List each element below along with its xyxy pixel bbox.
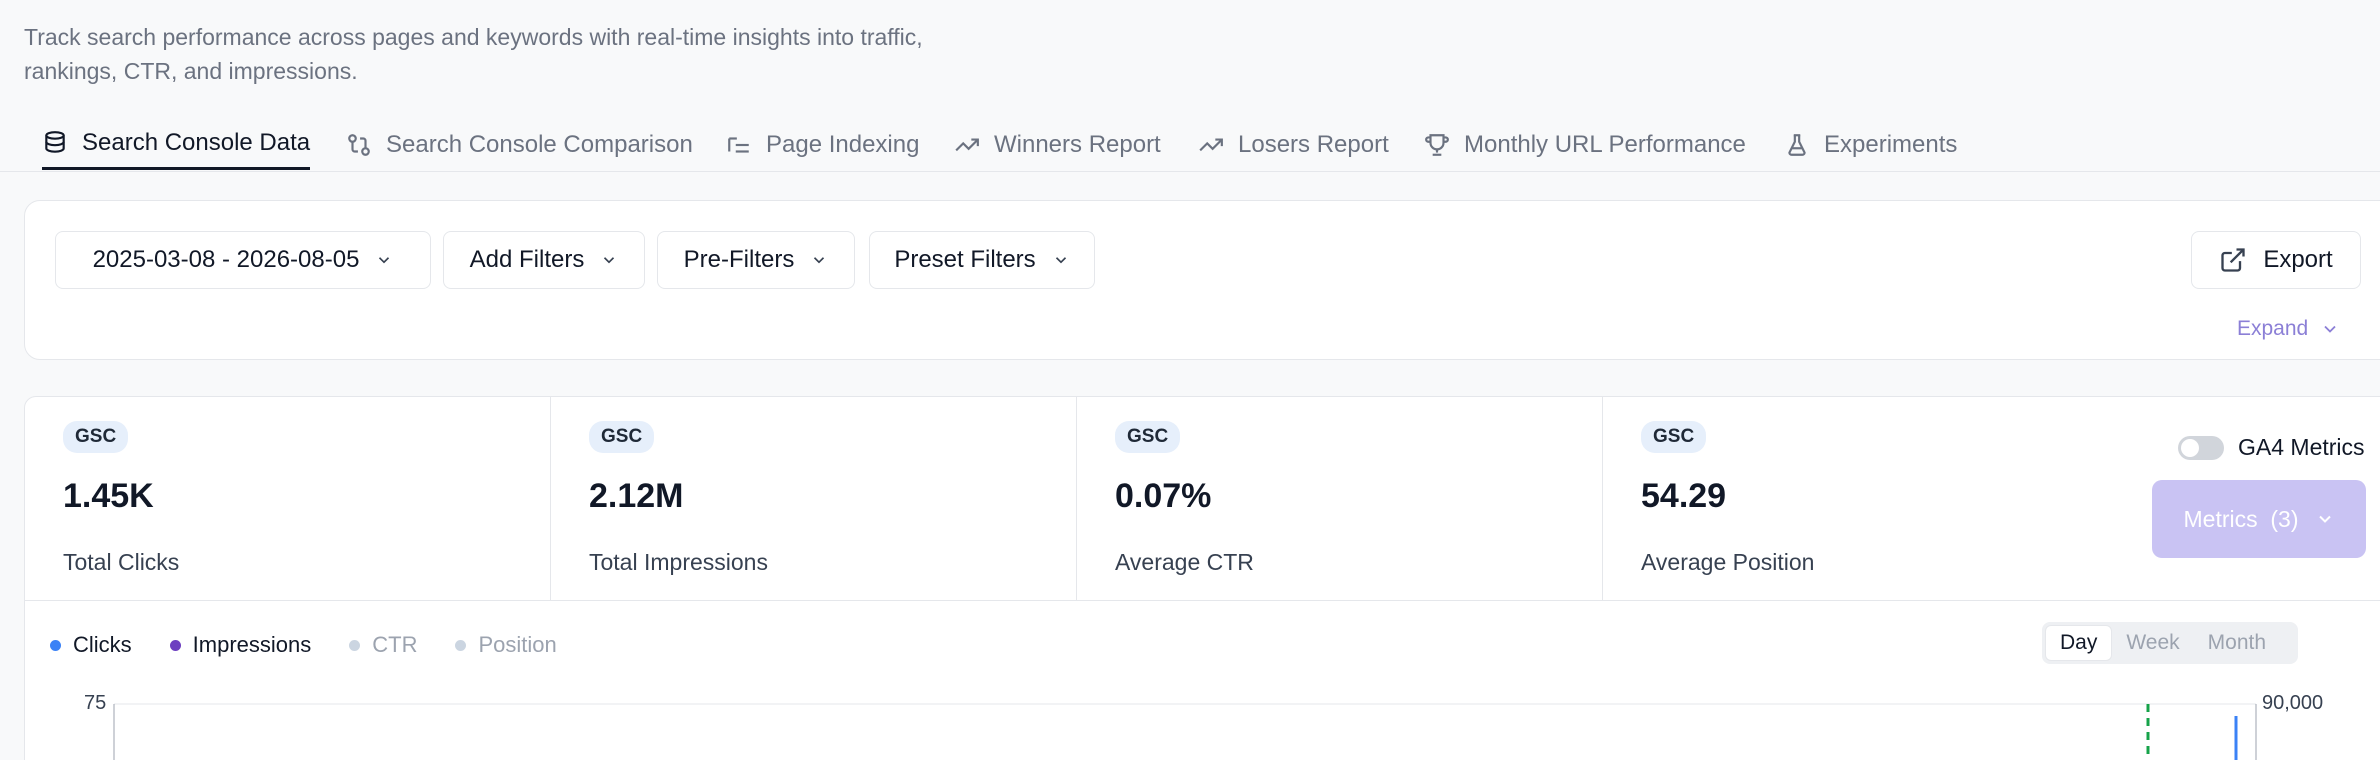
tab-page-indexing[interactable]: Page Indexing [726,118,919,172]
preset-filters-button[interactable]: Preset Filters [869,231,1095,289]
ga4-metrics-toggle[interactable]: GA4 Metrics [2178,434,2365,461]
tab-experiments[interactable]: Experiments [1784,118,1957,172]
pre-filters-button[interactable]: Pre-Filters [657,231,855,289]
ga4-toggle-label: GA4 Metrics [2238,434,2365,460]
toggle-switch[interactable] [2178,435,2224,460]
metric-value: 54.29 [1641,477,1727,515]
preset-filters-label: Preset Filters [894,246,1036,273]
tab-search-console-comparison[interactable]: Search Console Comparison [346,118,693,172]
tab-losers-report[interactable]: Losers Report [1198,118,1389,172]
pre-filters-label: Pre-Filters [683,246,795,273]
divider [25,600,2380,601]
metrics-dropdown-label: Metrics (3) [2183,505,2299,532]
tab-label: Losers Report [1238,131,1389,158]
filters-panel: 2025-03-08 - 2026-08-05 Add Filters Pre-… [24,200,2380,360]
legend-label: Position [478,632,557,657]
legend-item-impressions[interactable]: Impressions [169,632,312,658]
legend-label: Impressions [192,632,312,657]
metric-label: Total Impressions [589,549,768,575]
period-month-button[interactable]: Month [2194,625,2280,661]
tab-label: Page Indexing [766,131,920,158]
page-description: Track search performance across pages an… [24,24,923,84]
flask-icon [1788,134,1806,156]
external-link-icon [2221,248,2245,272]
tab-label: Search Console Data [82,128,311,156]
source-badge: GSC [1115,421,1181,453]
tab-search-console-data[interactable]: Search Console Data [42,118,311,170]
date-range-label: 2025-03-08 - 2026-08-05 [92,246,360,273]
chevron-down-icon [379,257,390,264]
metric-label: Average Position [1641,549,1815,575]
tab-label: Winners Report [994,131,1161,158]
export-label: Export [2263,246,2333,273]
metrics-dropdown-button[interactable]: Metrics (3) [2152,480,2366,558]
tab-label: Experiments [1824,131,1958,158]
metric-value: 1.45K [63,477,154,515]
metric-total-clicks: GSC 1.45K Total Clicks [25,397,551,601]
metric-average-ctr: GSC 0.07% Average CTR [1077,397,1603,601]
add-filters-button[interactable]: Add Filters [443,231,645,289]
database-icon [45,130,65,153]
source-badge: GSC [1641,421,1707,453]
report-tabs: Search Console Data Search Console Compa… [0,118,2380,172]
date-range-button[interactable]: 2025-03-08 - 2026-08-05 [55,231,431,289]
list-indent-icon [728,137,749,153]
trending-up-icon [1199,138,1223,152]
expand-filters-button[interactable]: Expand [2237,317,2340,341]
legend-dot [50,639,61,651]
metric-total-impressions: GSC 2.12M Total Impressions [551,397,1077,601]
expand-label: Expand [2237,317,2309,340]
chart-legend: Clicks Impressions CTR Position [50,632,557,658]
chevron-down-icon [1055,257,1066,264]
export-button[interactable]: Export [2191,231,2361,289]
trophy-icon [1425,134,1449,156]
tab-label: Search Console Comparison [386,131,693,158]
period-week-button[interactable]: Week [2112,625,2193,661]
metric-value: 0.07% [1115,477,1212,515]
tab-monthly-url-performance[interactable]: Monthly URL Performance [1424,118,1746,172]
add-filters-label: Add Filters [469,246,585,273]
metric-label: Total Clicks [63,549,180,575]
legend-dot [169,639,181,651]
legend-dot [455,639,467,651]
chevron-down-icon [814,257,825,264]
legend-item-ctr[interactable]: CTR [349,632,417,658]
legend-label: Clicks [73,632,132,657]
trending-up-icon [955,138,979,152]
tab-label: Monthly URL Performance [1464,131,1746,158]
chevron-down-icon [2318,515,2331,523]
metric-average-position: GSC 54.29 Average Position [1603,397,2129,601]
chevron-down-icon [2324,325,2336,333]
source-badge: GSC [589,421,655,453]
metric-value: 2.12M [589,477,684,515]
metric-label: Average CTR [1115,549,1254,575]
chevron-down-icon [604,257,615,264]
legend-label: CTR [372,632,418,657]
period-selector: Day Week Month [2042,622,2298,664]
legend-item-position[interactable]: Position [455,632,557,658]
legend-item-clicks[interactable]: Clicks [50,632,132,658]
source-badge: GSC [63,421,129,453]
git-compare-icon [348,134,370,156]
performance-chart [113,703,2257,760]
legend-dot [349,639,361,651]
period-day-button[interactable]: Day [2045,625,2113,661]
tab-winners-report[interactable]: Winners Report [954,118,1161,172]
